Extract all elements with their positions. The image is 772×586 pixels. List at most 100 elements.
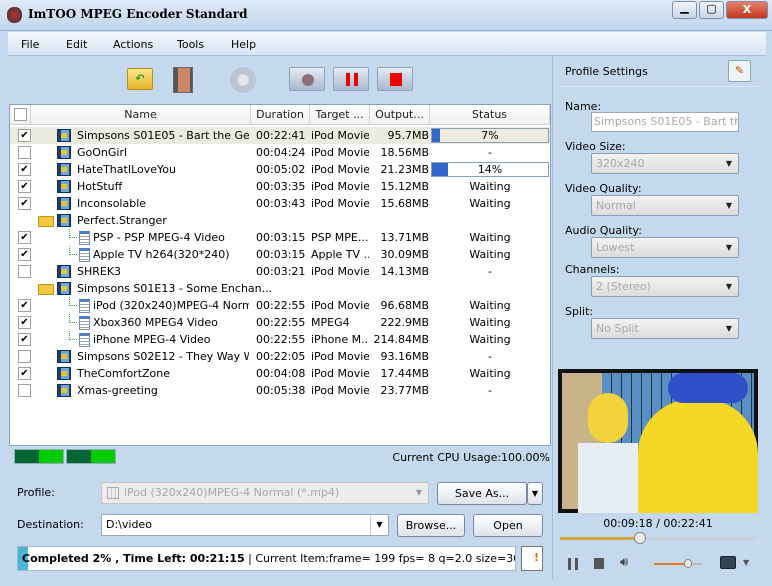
- pause-button[interactable]: [333, 67, 369, 91]
- log-icon[interactable]: !: [521, 546, 543, 571]
- video-quality-select[interactable]: Normal ▼: [591, 195, 739, 216]
- destination-value: D:\video: [106, 518, 152, 531]
- chevron-down-icon: ▼: [725, 201, 732, 210]
- volume-slider[interactable]: [654, 559, 702, 568]
- row-checkbox[interactable]: ✔: [18, 248, 31, 261]
- table-row[interactable]: ✔ iPod (320x240)MPEG-4 Normal 00:22:55 iPod…: [10, 297, 550, 314]
- open-button[interactable]: Open: [473, 514, 543, 537]
- row-checkbox[interactable]: ✔: [18, 197, 31, 210]
- row-checkbox[interactable]: [18, 265, 31, 278]
- duration: 00:03:15: [256, 248, 306, 261]
- row-checkbox[interactable]: ✔: [18, 163, 31, 176]
- tree-line: [69, 331, 77, 340]
- stop-button[interactable]: [377, 67, 413, 91]
- table-row[interactable]: ✔ HotStuff 00:03:35 iPod Movie 15.12MB Waitin…: [10, 178, 550, 195]
- save-as-dropdown-button[interactable]: ▼: [527, 482, 543, 505]
- edit-profile-icon[interactable]: ✎: [728, 60, 751, 82]
- snapshot-dropdown-icon[interactable]: ▼: [743, 558, 749, 567]
- table-row[interactable]: ✔ Inconsolable 00:03:43 iPod Movie 15.68MB Wa…: [10, 195, 550, 212]
- table-row[interactable]: Xmas-greeting 00:05:38 iPod Movie 23.77MB -: [10, 382, 550, 399]
- menu-edit[interactable]: Edit: [66, 38, 87, 51]
- save-as-button[interactable]: Save As...: [437, 482, 527, 505]
- target: PSP MPE...: [311, 231, 369, 244]
- snapshot-camera-icon[interactable]: [720, 556, 736, 569]
- menu-tools[interactable]: Tools: [177, 38, 204, 51]
- row-checkbox[interactable]: ✔: [18, 129, 31, 142]
- menu-actions[interactable]: Actions: [113, 38, 153, 51]
- table-row[interactable]: ✔ Xbox360 MPEG4 Video 00:22:55 MPEG4 222.9MB…: [10, 314, 550, 331]
- group-row[interactable]: Perfect.Stranger: [10, 212, 550, 229]
- row-checkbox[interactable]: [18, 350, 31, 363]
- table-row[interactable]: SHREK3 00:03:21 iPod Movie 14.13MB -: [10, 263, 550, 280]
- header-status[interactable]: Status: [430, 105, 550, 125]
- player-pause-icon[interactable]: [568, 558, 578, 570]
- add-profile-gear-icon[interactable]: [230, 67, 256, 93]
- window-title: ImTOO MPEG Encoder Standard: [28, 7, 248, 21]
- header-duration[interactable]: Duration: [251, 105, 310, 125]
- remove-file-icon[interactable]: [173, 67, 193, 93]
- row-checkbox[interactable]: ✔: [18, 180, 31, 193]
- film-icon: [57, 282, 71, 295]
- header-select-all[interactable]: [10, 105, 31, 125]
- duration: 00:03:43: [256, 197, 306, 210]
- table-row[interactable]: ✔ iPhone MPEG-4 Video 00:22:55 iPhone M... 2…: [10, 331, 550, 348]
- file-name: Inconsolable: [77, 197, 147, 210]
- player-time: 00:09:18 / 00:22:41: [603, 517, 713, 530]
- row-checkbox[interactable]: [18, 384, 31, 397]
- table-row[interactable]: ✔ PSP - PSP MPEG-4 Video 00:03:15 PSP MPE..…: [10, 229, 550, 246]
- group-row[interactable]: Simpsons S01E13 - Some Enchan...: [10, 280, 550, 297]
- status: Waiting: [469, 316, 511, 329]
- output-size: 18.56MB: [380, 146, 429, 159]
- file-name: HateThatILoveYou: [77, 163, 176, 176]
- table-row[interactable]: ✔ Apple TV h264(320*240) 00:03:15 Apple TV …: [10, 246, 550, 263]
- maximize-button[interactable]: ▢: [699, 1, 724, 19]
- pause-icon: [346, 73, 358, 86]
- seek-slider[interactable]: [560, 532, 756, 544]
- browse-button[interactable]: Browse...: [397, 514, 465, 537]
- chevron-down-icon: ▼: [725, 243, 732, 252]
- menu-help[interactable]: Help: [231, 38, 256, 51]
- split-value: No Split: [596, 322, 639, 335]
- title-bar: ImTOO MPEG Encoder Standard ▁ ▢ X: [0, 0, 772, 31]
- record-button[interactable]: [289, 67, 325, 91]
- close-button[interactable]: X: [726, 1, 768, 19]
- minimize-button[interactable]: ▁: [672, 1, 697, 19]
- menu-file[interactable]: File: [21, 38, 39, 51]
- name-input[interactable]: Simpsons S01E05 - Bart the General: [591, 112, 739, 132]
- target: iPod Movie: [311, 197, 369, 210]
- file-list[interactable]: Name Duration Target ... Output... Statu…: [9, 104, 551, 446]
- status: Waiting: [469, 231, 511, 244]
- header-output[interactable]: Output...: [370, 105, 430, 125]
- volume-handle[interactable]: [683, 559, 692, 568]
- table-row[interactable]: ✔ HateThatILoveYou 00:05:02 iPod Movie 21.23…: [10, 161, 550, 178]
- row-checkbox[interactable]: ✔: [18, 316, 31, 329]
- table-row[interactable]: ✔ TheComfortZone 00:04:08 iPod Movie 17.44MB…: [10, 365, 550, 382]
- profile-doc-icon: [79, 333, 90, 347]
- player-stop-icon[interactable]: [594, 558, 604, 569]
- name-value: Simpsons S01E05 - Bart the General: [594, 115, 738, 128]
- profile-select[interactable]: iPod (320x240)MPEG-4 Normal (*.mp4) ▼: [101, 482, 429, 504]
- volume-icon[interactable]: 🔊︎: [620, 555, 628, 570]
- row-checkbox[interactable]: ✔: [18, 367, 31, 380]
- table-row[interactable]: GoOnGirl 00:04:24 iPod Movie 18.56MB -: [10, 144, 550, 161]
- film-icon: [57, 350, 71, 363]
- table-row[interactable]: ✔ Simpsons S01E05 - Bart the General 00:22…: [10, 127, 550, 144]
- row-checkbox[interactable]: ✔: [18, 231, 31, 244]
- header-name[interactable]: Name: [31, 105, 251, 125]
- video-size-select[interactable]: 320x240 ▼: [591, 153, 739, 174]
- status-details: | Current Item:frame= 199 fps= 8 q=2.0 s…: [248, 552, 515, 565]
- destination-input[interactable]: D:\video: [101, 514, 389, 536]
- add-files-icon[interactable]: ↶: [127, 68, 153, 90]
- table-row[interactable]: Simpsons S02E12 - They Way W... 00:22:05 i…: [10, 348, 550, 365]
- header-target[interactable]: Target ...: [310, 105, 370, 125]
- channels-select[interactable]: 2 (Stereo) ▼: [591, 276, 739, 297]
- cpu-meter-2: [66, 449, 116, 464]
- row-checkbox[interactable]: ✔: [18, 299, 31, 312]
- row-checkbox[interactable]: [18, 146, 31, 159]
- select-all-checkbox[interactable]: [14, 108, 27, 121]
- split-select[interactable]: No Split ▼: [591, 318, 739, 339]
- stop-icon: [390, 73, 402, 86]
- audio-quality-select[interactable]: Lowest ▼: [591, 237, 739, 258]
- destination-dropdown-icon[interactable]: ▼: [370, 515, 388, 535]
- row-checkbox[interactable]: ✔: [18, 333, 31, 346]
